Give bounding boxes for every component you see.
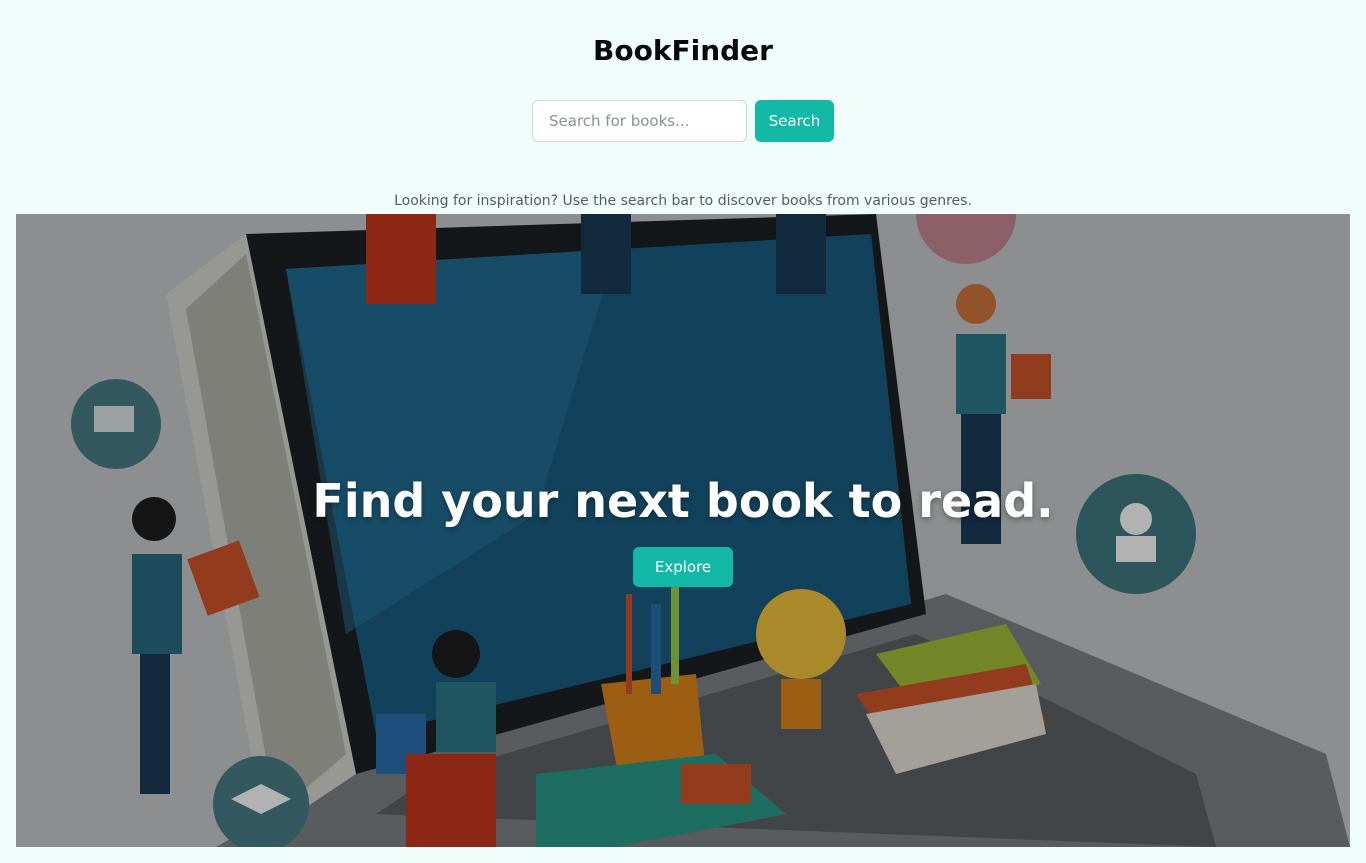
- search-bar: Search: [532, 100, 834, 142]
- hero-banner: Find your next book to read. Explore: [16, 214, 1350, 847]
- hero-overlay: [16, 214, 1350, 847]
- explore-button[interactable]: Explore: [633, 547, 733, 587]
- tagline: Looking for inspiration? Use the search …: [394, 193, 972, 209]
- search-button[interactable]: Search: [755, 100, 834, 142]
- hero-heading: Find your next book to read.: [312, 474, 1054, 528]
- search-input[interactable]: [532, 100, 747, 142]
- site-title: BookFinder: [593, 34, 773, 67]
